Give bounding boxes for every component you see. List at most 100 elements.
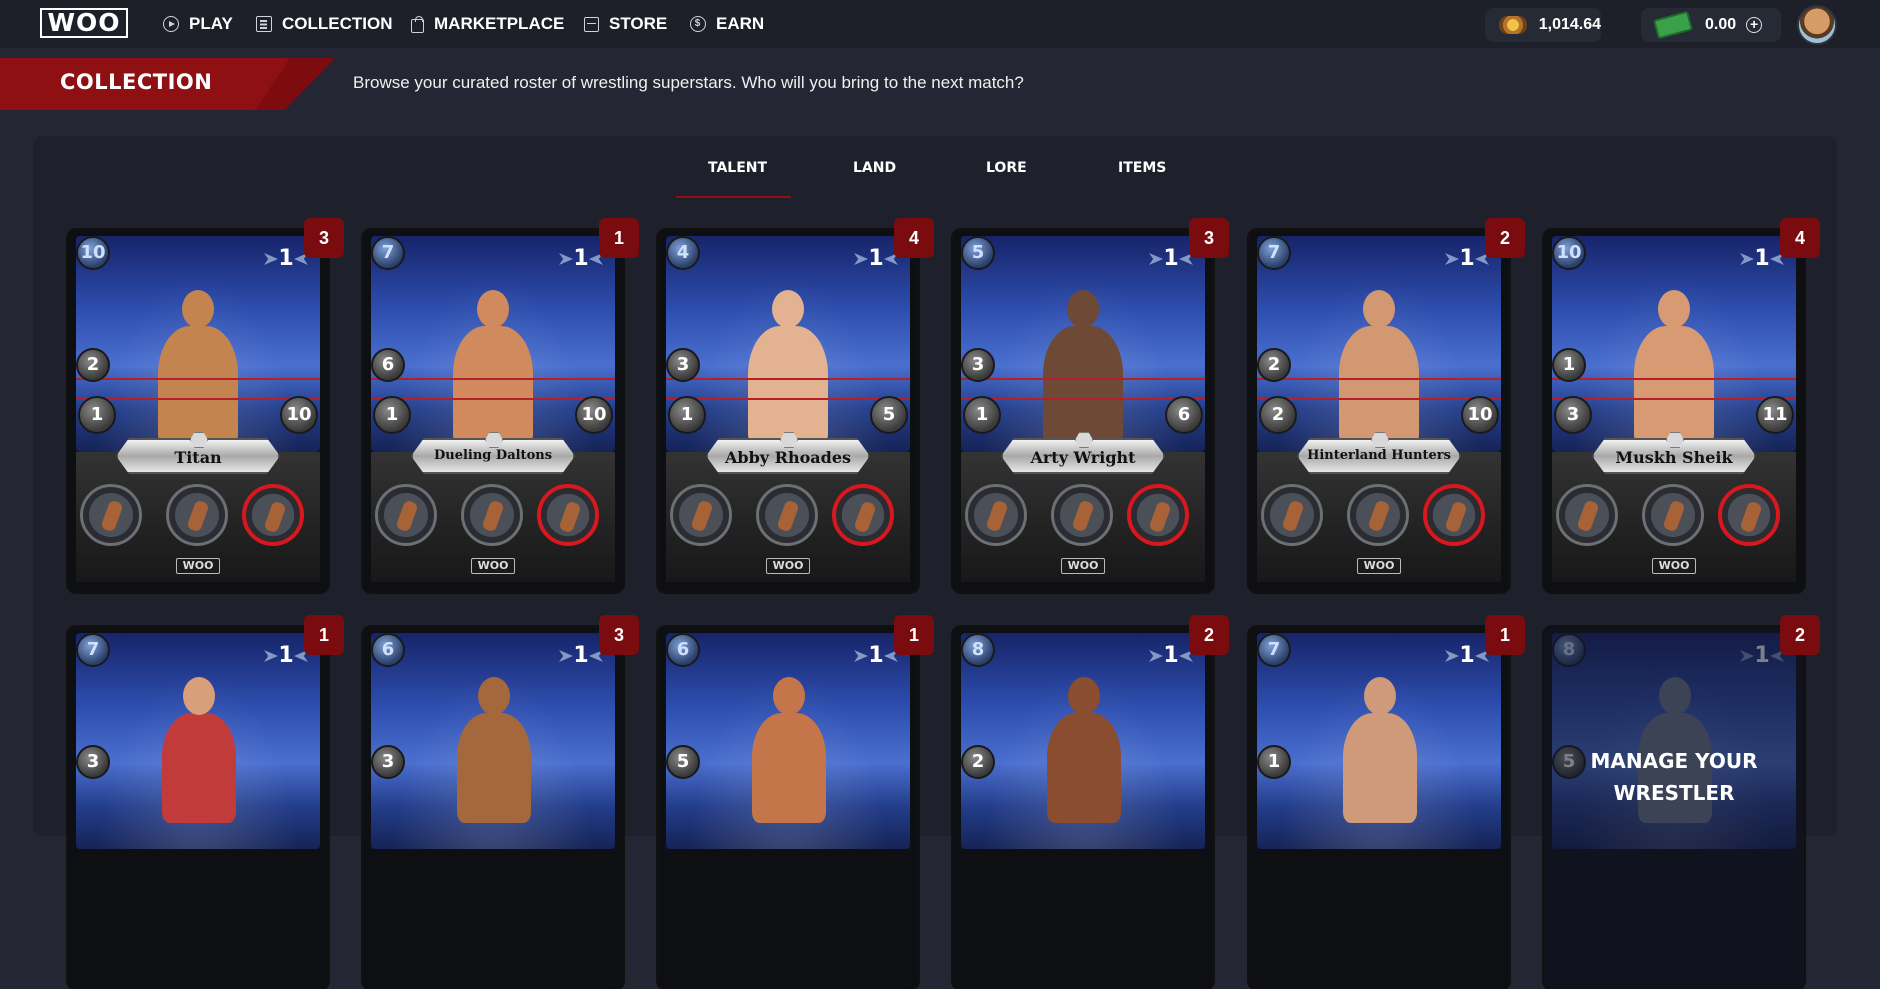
manage-wrestler-label[interactable]: MANAGE YOUR WRESTLER	[1544, 745, 1804, 809]
card-name: Abby Rhoades	[725, 448, 851, 467]
ring-rope	[1257, 378, 1501, 380]
wrestler-head	[1658, 290, 1690, 328]
special-move-slot	[242, 484, 304, 546]
stat-badge-a: 3	[961, 348, 995, 382]
belt-balance[interactable]: 1,014.64	[1485, 8, 1601, 42]
move-pose-figure	[853, 500, 877, 534]
nav-marketplace[interactable]: MARKETPLACE	[411, 14, 564, 34]
ring-rope	[961, 398, 1205, 400]
move-slot	[1261, 484, 1323, 546]
stat-badge-b: 2	[1259, 396, 1297, 434]
nav-collection-label: COLLECTION	[282, 14, 393, 33]
card-name: Titan	[174, 448, 222, 467]
championship-belt-icon	[1499, 16, 1527, 34]
wrestler-torso	[457, 713, 531, 823]
wrestler-head	[772, 290, 804, 328]
add-funds-icon[interactable]: +	[1746, 17, 1763, 33]
stat-badge-b: 3	[1554, 396, 1592, 434]
stat-badge-b: 1	[963, 396, 1001, 434]
wrestler-figure	[744, 677, 834, 823]
tab-land[interactable]: LAND	[853, 160, 896, 176]
nav-collection[interactable]: COLLECTION	[256, 14, 393, 34]
quantity-badge: 1	[894, 615, 934, 655]
talent-card[interactable]: 7131	[68, 615, 344, 989]
move-slot	[670, 484, 732, 546]
move-slot	[461, 484, 523, 546]
talent-card[interactable]: 8122	[953, 615, 1229, 989]
tab-items[interactable]: ITEMS	[1118, 160, 1166, 176]
stat-badge-c: 6	[1165, 396, 1203, 434]
tab-talent[interactable]: TALENT	[708, 160, 767, 176]
stat-badge-b: 1	[78, 396, 116, 434]
dollar-icon: $	[690, 16, 706, 32]
talent-card[interactable]: 7 1 6 1 10 Dueling Daltons WOO 1	[363, 218, 639, 592]
wrestler-torso	[162, 713, 236, 823]
card-name: Muskh Sheik	[1615, 448, 1733, 467]
ring-rope	[666, 378, 910, 380]
ring-rope	[371, 398, 615, 400]
user-avatar[interactable]	[1797, 5, 1837, 45]
cost-gem: 10	[76, 236, 110, 270]
nav-earn[interactable]: $ EARN	[690, 14, 764, 34]
nav-play[interactable]: PLAY	[163, 14, 233, 34]
page-title: COLLECTION	[60, 70, 213, 94]
stat-badge-b: 1	[373, 396, 411, 434]
nav-store[interactable]: STORE	[584, 14, 667, 34]
special-move-slot	[832, 484, 894, 546]
move-pose-figure	[1281, 499, 1305, 533]
wrestler-head	[183, 677, 215, 715]
cost-gem: 5	[961, 236, 995, 270]
cost-gem: 10	[1552, 236, 1586, 270]
woo-logo[interactable]: WOO	[40, 8, 128, 38]
quantity-badge: 3	[304, 218, 344, 258]
special-move-slot	[537, 484, 599, 546]
stat-badge-b: 1	[668, 396, 706, 434]
talent-card[interactable]: 6151	[658, 615, 934, 989]
wrestler-torso	[453, 326, 533, 446]
stat-badge-c: 10	[1461, 396, 1499, 434]
move-pose-figure	[690, 499, 714, 533]
cost-gem: 7	[76, 633, 110, 667]
special-move-slot	[1423, 484, 1485, 546]
nav-earn-label: EARN	[716, 14, 765, 33]
quantity-badge: 4	[894, 218, 934, 258]
move-slot	[756, 484, 818, 546]
move-slot	[1642, 484, 1704, 546]
talent-card[interactable]: 7111	[1249, 615, 1525, 989]
cost-gem: 7	[1257, 236, 1291, 270]
ring-rope	[961, 378, 1205, 380]
talent-card[interactable]: 5 1 3 1 6 Arty Wright WOO 3	[953, 218, 1229, 592]
cost-gem: 6	[666, 633, 700, 667]
quantity-badge: 1	[599, 218, 639, 258]
ring-rope	[666, 398, 910, 400]
woo-badge: WOO	[1357, 558, 1401, 574]
talent-card[interactable]: 4 1 3 1 5 Abby Rhoades WOO 4	[658, 218, 934, 592]
talent-card[interactable]: 815MANAGE YOUR WRESTLER2	[1544, 615, 1820, 989]
special-move-slot	[1718, 484, 1780, 546]
quantity-badge: 1	[304, 615, 344, 655]
wrestler-head	[477, 290, 509, 328]
stat-badge-a: 1	[1257, 745, 1291, 779]
talent-card[interactable]: 6133	[363, 615, 639, 989]
woo-badge: WOO	[176, 558, 220, 574]
wrestler-torso	[1343, 713, 1417, 823]
woo-badge: WOO	[471, 558, 515, 574]
quantity-badge: 4	[1780, 218, 1820, 258]
woo-badge: WOO	[766, 558, 810, 574]
move-slot	[80, 484, 142, 546]
tab-lore[interactable]: LORE	[986, 160, 1027, 176]
talent-card[interactable]: 10 1 1 3 11 Muskh Sheik WOO 4	[1544, 218, 1820, 592]
talent-card[interactable]: 7 1 2 2 10 Hinterland Hunters WOO 2	[1249, 218, 1525, 592]
quantity-badge: 1	[1485, 615, 1525, 655]
nav-store-label: STORE	[609, 14, 668, 33]
quantity-badge: 2	[1485, 218, 1525, 258]
quantity-badge: 2	[1780, 615, 1820, 655]
stat-badge-a: 2	[1257, 348, 1291, 382]
wrestler-torso	[1043, 326, 1123, 446]
belt-balance-value: 1,014.64	[1538, 16, 1601, 33]
cash-balance: 0.00 +	[1641, 8, 1781, 42]
card-name: Hinterland Hunters	[1307, 448, 1451, 463]
move-pose-figure	[1148, 500, 1172, 534]
wrestler-torso	[752, 713, 826, 823]
talent-card[interactable]: 10 1 2 1 10 Titan WOO 3	[68, 218, 344, 592]
